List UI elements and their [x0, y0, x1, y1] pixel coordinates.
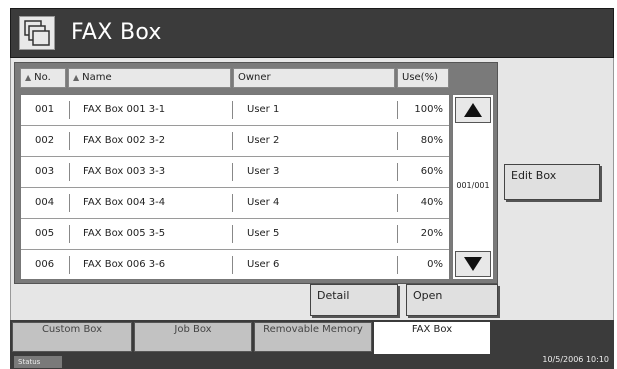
- edit-box-button[interactable]: Edit Box: [504, 164, 600, 200]
- scroll-up-button[interactable]: [455, 97, 491, 123]
- scroll-down-button[interactable]: [455, 251, 491, 277]
- row-number: 005: [35, 228, 55, 239]
- table-row[interactable]: 001 FAX Box 001 3-1 User 1 100%: [21, 95, 449, 126]
- sort-triangle-icon: ▲: [73, 73, 80, 82]
- row-owner: User 1: [247, 104, 280, 115]
- row-owner: User 3: [247, 166, 280, 177]
- page-title: FAX Box: [71, 20, 162, 45]
- tab-job-box[interactable]: Job Box: [134, 322, 252, 352]
- date-time: 10/5/2006 10:10: [542, 355, 609, 364]
- column-header-no[interactable]: ▲ No.: [20, 68, 66, 88]
- row-use: 20%: [420, 228, 443, 239]
- row-number: 002: [35, 135, 55, 146]
- column-header-use[interactable]: Use(%): [397, 68, 449, 88]
- row-number: 004: [35, 197, 55, 208]
- row-number: 003: [35, 166, 55, 177]
- row-owner: User 2: [247, 135, 280, 146]
- tab-removable-memory[interactable]: Removable Memory: [254, 322, 372, 352]
- row-name: FAX Box 005 3-5: [83, 228, 166, 239]
- document-box-icon: [19, 16, 55, 50]
- row-name: FAX Box 002 3-2: [83, 135, 166, 146]
- table-row[interactable]: 002 FAX Box 002 3-2 User 2 80%: [21, 126, 449, 157]
- fax-box-screen: FAX Box ▲ No. ▲ Name Owner Use(%) 001 FAX …: [0, 0, 617, 369]
- row-use: 0%: [427, 259, 443, 270]
- row-number: 006: [35, 259, 55, 270]
- row-name: FAX Box 003 3-3: [83, 166, 166, 177]
- row-use: 80%: [420, 135, 443, 146]
- column-header-owner[interactable]: Owner: [233, 68, 395, 88]
- triangle-down-icon: [464, 257, 482, 271]
- sort-triangle-icon: ▲: [25, 73, 32, 82]
- triangle-up-icon: [464, 103, 482, 117]
- row-name: FAX Box 006 3-6: [83, 259, 166, 270]
- status-bar: [10, 354, 614, 369]
- row-use: 100%: [414, 104, 443, 115]
- row-use: 40%: [420, 197, 443, 208]
- row-owner: User 6: [247, 259, 280, 270]
- column-header-name[interactable]: ▲ Name: [68, 68, 231, 88]
- detail-button[interactable]: Detail: [310, 284, 398, 316]
- tab-fax-box[interactable]: FAX Box: [374, 322, 490, 354]
- scroll-column: 001/001: [452, 94, 494, 280]
- table-row[interactable]: 004 FAX Box 004 3-4 User 4 40%: [21, 188, 449, 219]
- row-number: 001: [35, 104, 55, 115]
- row-name: FAX Box 004 3-4: [83, 197, 166, 208]
- row-owner: User 4: [247, 197, 280, 208]
- status-button[interactable]: Status: [14, 356, 62, 368]
- row-owner: User 5: [247, 228, 280, 239]
- row-name: FAX Box 001 3-1: [83, 104, 166, 115]
- open-button[interactable]: Open: [406, 284, 498, 316]
- row-use: 60%: [420, 166, 443, 177]
- title-bar: FAX Box: [10, 8, 614, 58]
- table-row[interactable]: 003 FAX Box 003 3-3 User 3 60%: [21, 157, 449, 188]
- page-counter: 001/001: [456, 181, 490, 190]
- tab-custom-box[interactable]: Custom Box: [12, 322, 132, 352]
- table-row[interactable]: 006 FAX Box 006 3-6 User 6 0%: [21, 250, 449, 281]
- table-row[interactable]: 005 FAX Box 005 3-5 User 5 20%: [21, 219, 449, 250]
- box-list: 001 FAX Box 001 3-1 User 1 100% 002 FAX …: [20, 94, 450, 280]
